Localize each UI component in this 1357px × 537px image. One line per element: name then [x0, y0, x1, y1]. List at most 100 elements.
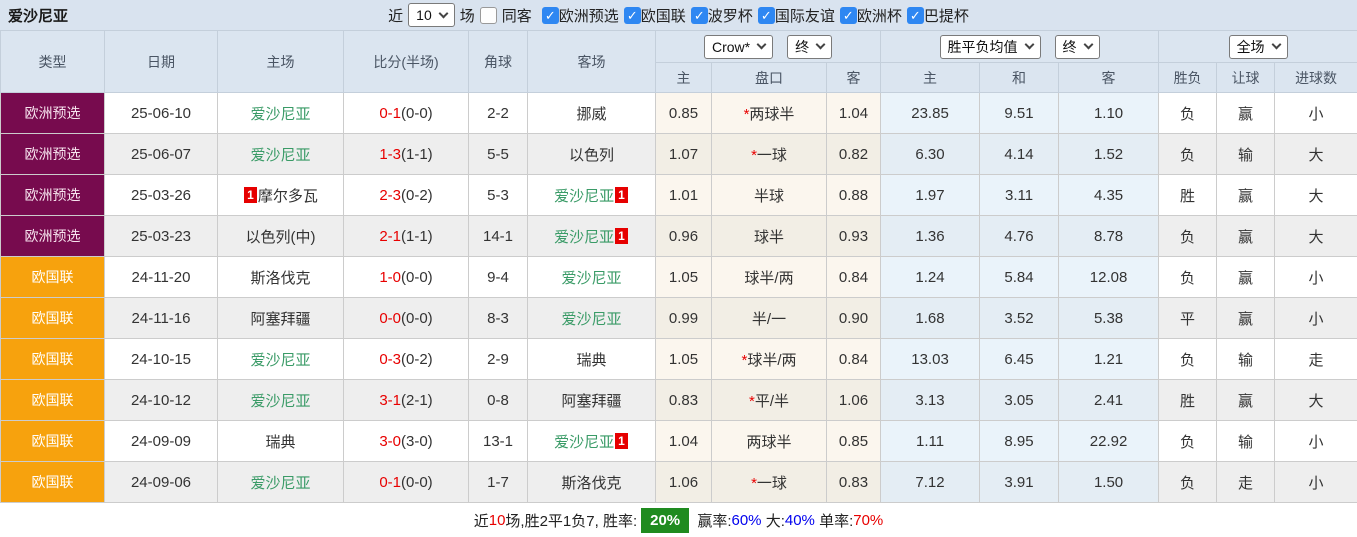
score-cell: 0-0(0-0) [343, 297, 469, 339]
corners-cell: 5-3 [468, 174, 528, 216]
sub-header-asian-home: 主 [655, 62, 712, 93]
home-team-name: 瑞典 [265, 433, 296, 451]
handicap-cell: 球半/两 [711, 256, 827, 298]
europe-away-odds-cell: 1.10 [1058, 92, 1160, 134]
near-label: 近 [388, 7, 404, 25]
scope-select[interactable]: 全场 [1228, 34, 1288, 59]
europe-away-odds-cell: 4.35 [1058, 174, 1160, 216]
home-team-cell: 斯洛伐克 [217, 256, 344, 298]
corners-cell: 1-7 [468, 461, 528, 503]
type-cell: 欧国联 [0, 256, 105, 298]
red-card-badge: 1 [615, 186, 628, 203]
europe-away-odds-cell: 1.50 [1058, 461, 1160, 503]
col-header-away: 客场 [527, 30, 656, 93]
handicap-result-cell: 输 [1216, 133, 1276, 175]
away-team-cell: 以色列 [527, 133, 656, 175]
league-filter-checkbox[interactable]: ✓ [623, 6, 641, 24]
winloss-result-cell: 负 [1158, 133, 1218, 175]
asian-time-select[interactable]: 终 [787, 34, 833, 59]
sub-header-europe-away: 客 [1058, 62, 1160, 93]
europe-home-odds-cell: 1.11 [880, 420, 981, 462]
same-visit-label: 同客 [501, 7, 532, 25]
handicap-cell: *平/半 [711, 379, 827, 421]
type-cell: 欧国联 [0, 461, 105, 503]
col-header-date: 日期 [104, 30, 218, 93]
table-row: 欧国联 24-09-09 瑞典 3-0(3-0) 13-1 爱沙尼亚 1 1.04 两球半 0.8… [0, 420, 1357, 462]
asian-home-odds-cell: 1.07 [655, 133, 712, 175]
asian-away-odds-cell: 0.88 [825, 174, 882, 216]
league-filter-checkbox[interactable]: ✓ [541, 6, 559, 24]
away-team-name: 瑞典 [576, 351, 607, 369]
away-team-name: 爱沙尼亚 [554, 187, 615, 205]
away-team-name: 爱沙尼亚 [561, 269, 622, 287]
table-row: 欧洲预选 25-03-26 1 摩尔多瓦 2-3(0-2) 5-3 爱沙尼亚 1 1.01 半球 0… [0, 174, 1357, 216]
corners-cell: 2-2 [468, 92, 528, 134]
europe-type-select[interactable]: 胜平负均值 [939, 34, 1041, 59]
date-cell: 25-06-07 [104, 133, 218, 175]
halftime-score: (0-0) [401, 104, 433, 122]
table-row: 欧洲预选 25-06-07 爱沙尼亚 1-3(1-1) 5-5 以色列 1.07 *一球 0.8… [0, 133, 1357, 175]
handicap-text: 球半 [753, 228, 784, 246]
fulltime-score: 0-3 [379, 350, 401, 368]
winloss-result-cell: 胜 [1158, 379, 1218, 421]
halftime-score: (0-0) [401, 268, 433, 286]
europe-home-odds-cell: 1.36 [880, 215, 981, 257]
europe-draw-odds-cell: 9.51 [979, 92, 1060, 134]
europe-away-odds-cell: 1.52 [1058, 133, 1160, 175]
league-filter-checkbox[interactable]: ✓ [757, 6, 775, 24]
corners-cell: 13-1 [468, 420, 528, 462]
summary-segment: 近 [473, 513, 489, 530]
score-cell: 0-3(0-2) [343, 338, 469, 380]
summary-bar: 近 10 场,胜2平1负7, 胜率: 20% 赢率: 60% 大: 40% 单率: 70% [0, 503, 1357, 537]
corners-cell: 5-5 [468, 133, 528, 175]
goals-result-cell: 走 [1274, 338, 1357, 380]
table-row: 欧国联 24-10-15 爱沙尼亚 0-3(0-2) 2-9 瑞典 1.05 *球半/两 0.8… [0, 338, 1357, 380]
handicap-cell: 半球 [711, 174, 827, 216]
winloss-result-cell: 负 [1158, 420, 1218, 462]
handicap-result-cell: 赢 [1216, 379, 1276, 421]
summary-segment: 大: [761, 513, 785, 530]
league-filter-label: 欧洲预选 [558, 7, 619, 25]
away-team-cell: 阿塞拜疆 [527, 379, 656, 421]
handicap-result-cell: 赢 [1216, 174, 1276, 216]
topbar-controls: 近 10 场 同客 ✓ 欧洲预选 ✓ 欧国联 ✓ 波罗杯 ✓ 国际友谊 ✓ 欧洲杯 ✓ 巴提杯 [388, 3, 969, 27]
europe-away-odds-cell: 22.92 [1058, 420, 1160, 462]
europe-draw-odds-cell: 4.14 [979, 133, 1060, 175]
handicap-cell: 两球半 [711, 420, 827, 462]
away-team-cell: 爱沙尼亚 1 [527, 174, 656, 216]
chevron-down-icon [438, 8, 449, 18]
away-team-cell: 斯洛伐克 [527, 461, 656, 503]
chevron-down-icon [756, 39, 767, 50]
home-team-cell: 爱沙尼亚 [217, 379, 344, 421]
europe-time-select[interactable]: 终 [1054, 34, 1100, 59]
table-row: 欧国联 24-11-20 斯洛伐克 1-0(0-0) 9-4 爱沙尼亚 1.05 球半/两 0.… [0, 256, 1357, 298]
recent-count-select[interactable]: 10 [408, 3, 455, 27]
home-team-name: 爱沙尼亚 [250, 474, 311, 492]
score-cell: 0-1(0-0) [343, 461, 469, 503]
league-filter-checkbox[interactable]: ✓ [839, 6, 857, 24]
away-team-name: 爱沙尼亚 [554, 228, 615, 246]
goals-result-cell: 大 [1274, 379, 1357, 421]
europe-draw-odds-cell: 3.91 [979, 461, 1060, 503]
halftime-score: (3-0) [401, 432, 433, 450]
league-filter-checkbox[interactable]: ✓ [690, 6, 708, 24]
handicap-text: 两球半 [749, 105, 795, 123]
asian-away-odds-cell: 1.06 [825, 379, 882, 421]
fulltime-score: 2-1 [379, 227, 401, 245]
same-visit-checkbox[interactable] [479, 6, 497, 24]
home-team-name: 斯洛伐克 [250, 269, 311, 287]
handicap-cell: 半/一 [711, 297, 827, 339]
asian-company-select[interactable]: Crow* [703, 34, 774, 59]
handicap-result-cell: 赢 [1216, 92, 1276, 134]
type-cell: 欧国联 [0, 379, 105, 421]
red-card-badge: 1 [244, 186, 257, 203]
match-stats-page: 爱沙尼亚 近 10 场 同客 ✓ 欧洲预选 ✓ 欧国联 ✓ 波罗杯 ✓ 国际友谊 ✓ 欧洲杯 ✓ 巴提… [0, 0, 1357, 537]
away-team-cell: 爱沙尼亚 [527, 256, 656, 298]
halftime-score: (1-1) [401, 145, 433, 163]
home-team-name: 爱沙尼亚 [250, 392, 311, 410]
home-team-name: 爱沙尼亚 [250, 351, 311, 369]
league-filter-checkbox[interactable]: ✓ [906, 6, 924, 24]
goals-result-cell: 小 [1274, 297, 1357, 339]
europe-draw-odds-cell: 3.52 [979, 297, 1060, 339]
matches-table: 类型 日期 主场 比分(半场) 角球 客场 Crow* 终 胜平负均值 终 全场… [0, 30, 1357, 503]
